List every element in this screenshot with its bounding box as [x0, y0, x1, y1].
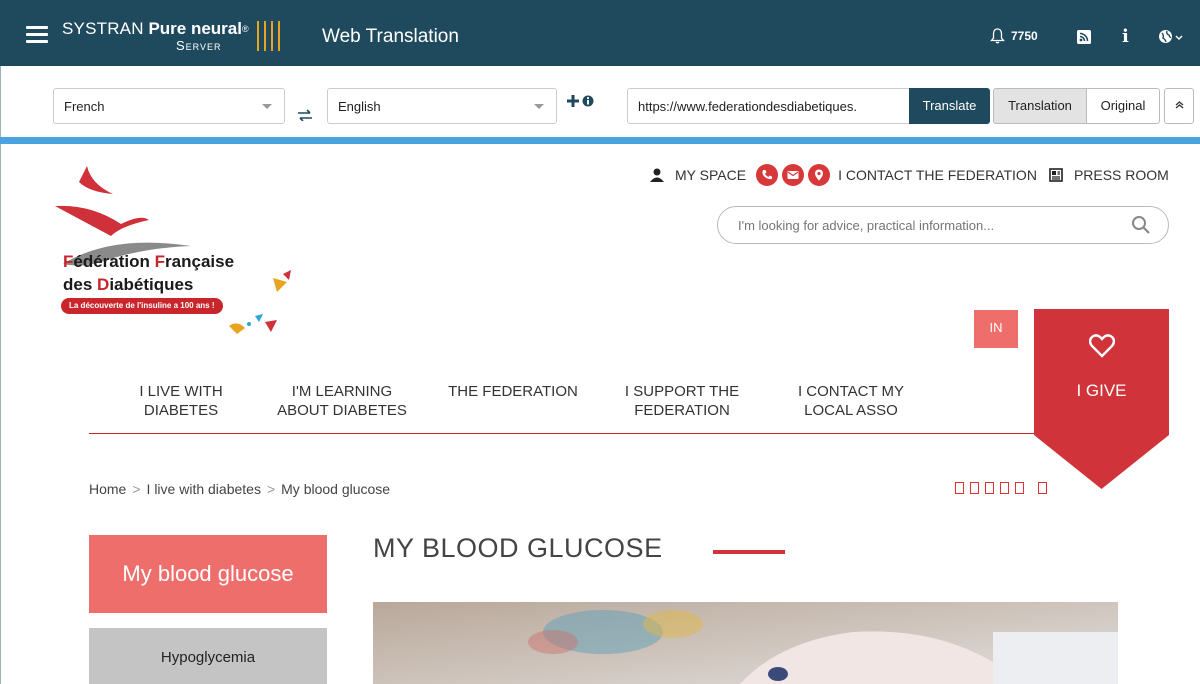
chevron-down-icon: [534, 104, 544, 109]
tool-icon[interactable]: [1038, 482, 1047, 494]
translation-toolbar: French English Translate Translation Ori…: [0, 66, 1200, 138]
nav-item-contact-local-asso[interactable]: I CONTACT MY LOCAL ASSO: [789, 382, 913, 420]
press-room-link[interactable]: PRESS ROOM: [1049, 167, 1169, 183]
nav-item-live-with-diabetes[interactable]: I LIVE WITH DIABETES: [131, 382, 231, 420]
share-tools-icons: [955, 482, 1047, 494]
brand-bars-mark: [257, 21, 280, 51]
notification-count: 7750: [1011, 29, 1038, 43]
sidebar-title[interactable]: My blood glucose: [89, 535, 327, 613]
rss-icon[interactable]: [1077, 30, 1091, 44]
main-navigation: I LIVE WITH DIABETES I'M LEARNING ABOUT DI…: [89, 382, 1034, 434]
breadcrumb-live-with-diabetes[interactable]: I live with diabetes: [147, 481, 261, 497]
my-space-link[interactable]: MY SPACE: [649, 167, 746, 183]
contact-federation-link[interactable]: I CONTACT THE FEDERATION: [838, 167, 1037, 183]
newspaper-icon: [1049, 168, 1063, 182]
tool-icon[interactable]: [985, 482, 994, 494]
logo-text-line1: Fédération Française: [63, 252, 235, 271]
source-language-select[interactable]: French: [53, 88, 285, 124]
hamburger-menu-icon[interactable]: [26, 26, 48, 44]
brand-server-label: Server: [176, 38, 222, 53]
target-language-select[interactable]: English: [327, 88, 557, 124]
app-title: Web Translation: [322, 26, 459, 47]
app-header: SYSTRAN Pure neural® Server Web Translat…: [0, 0, 1200, 66]
add-info-icon[interactable]: [567, 94, 595, 113]
give-label: I GIVE: [1076, 381, 1127, 400]
email-icon[interactable]: [782, 164, 805, 186]
nav-item-learning-about-diabetes[interactable]: I'M LEARNING ABOUT DIABETES: [277, 382, 407, 420]
tool-icon[interactable]: [955, 482, 964, 494]
nav-item-support-federation[interactable]: I SUPPORT THE FEDERATION: [617, 382, 747, 420]
breadcrumb-home[interactable]: Home: [89, 481, 126, 497]
sidebar-item-hypoglycemia[interactable]: Hypoglycemia: [89, 628, 327, 684]
url-input[interactable]: [627, 88, 910, 124]
hero-image-glucose-test: [373, 602, 1118, 684]
nav-item-the-federation[interactable]: THE FEDERATION: [447, 382, 579, 401]
brand-logo: SYSTRAN Pure neural®: [62, 19, 249, 38]
tool-icon[interactable]: [1015, 482, 1024, 494]
chevron-down-icon: [262, 104, 272, 109]
page-title: MY BLOOD GLUCOSE: [373, 533, 663, 563]
search-icon[interactable]: [1131, 215, 1151, 235]
translate-button[interactable]: Translate: [909, 88, 990, 124]
swap-languages-icon[interactable]: [297, 108, 313, 125]
site-search-input[interactable]: [717, 206, 1169, 244]
language-button[interactable]: IN: [974, 310, 1018, 348]
breadcrumb: Home > I live with diabetes > My blood gluco…: [89, 481, 391, 497]
utility-nav: MY SPACE I CONTACT THE FEDERATION PRESS …: [649, 164, 1179, 186]
logo-anniversary-banner: La découverte de l'insuline a 100 ans !: [61, 298, 223, 314]
user-icon: [650, 168, 664, 182]
tool-icon[interactable]: [1000, 482, 1009, 494]
title-underline: [713, 550, 785, 554]
toolbar-accent-strip: [0, 137, 1200, 144]
globe-language-icon[interactable]: [1158, 29, 1183, 44]
location-pin-icon[interactable]: [808, 164, 831, 186]
translated-page-frame: Fédération Française des Diabétiques La …: [0, 144, 1200, 684]
chevron-up-icon: [1175, 101, 1183, 109]
logo-text-line2: des Diabétiques: [63, 275, 194, 294]
heart-icon: [1089, 334, 1115, 358]
info-icon[interactable]: i: [1122, 26, 1129, 47]
collapse-toolbar-button[interactable]: [1164, 88, 1194, 124]
phone-icon[interactable]: [756, 164, 779, 186]
bell-icon: [990, 28, 1005, 44]
original-view-button[interactable]: Original: [1086, 88, 1160, 124]
translation-view-button[interactable]: Translation: [993, 88, 1087, 124]
breadcrumb-current: My blood glucose: [281, 481, 391, 497]
notifications-button[interactable]: 7750: [990, 28, 1038, 44]
tool-icon[interactable]: [970, 482, 979, 494]
